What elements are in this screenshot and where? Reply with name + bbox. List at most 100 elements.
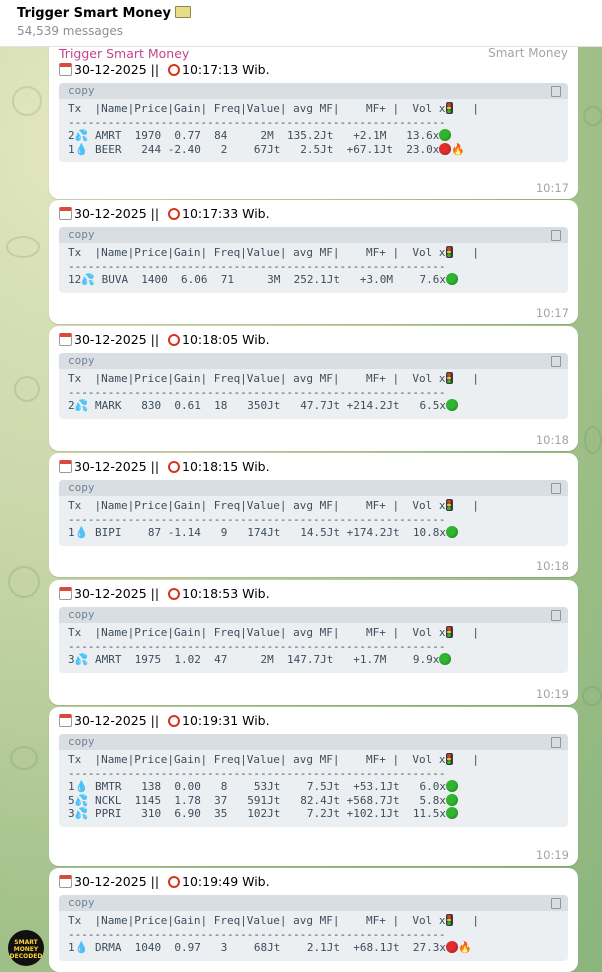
data-row: 1💧 DRMA 1040 0.97 3 68Jt 2.1Jt +68.1Jt 2… xyxy=(68,941,472,954)
alarm-clock-icon xyxy=(168,876,181,888)
data-row: 2💦 MARK 830 0.61 18 350Jt 47.7Jt +214.2J… xyxy=(68,399,458,412)
code-language-label: copy xyxy=(68,84,95,97)
row-tx: 1 xyxy=(68,526,75,539)
code-block-header: copy xyxy=(59,480,568,496)
code-rule: ----------------------------------------… xyxy=(68,766,446,780)
sender-name[interactable]: Trigger Smart Money xyxy=(59,46,189,61)
message-time: 10:18 xyxy=(535,559,569,573)
channel-avatar[interactable]: SMART MONEY DECODED xyxy=(8,930,44,966)
water-drop-icon: 💧 xyxy=(74,526,89,539)
code-content[interactable]: Tx |Name|Price|Gain| Freq|Value| avg MF|… xyxy=(59,623,568,673)
code-language-label: copy xyxy=(68,481,95,494)
code-content[interactable]: Tx |Name|Price|Gain| Freq|Value| avg MF|… xyxy=(59,496,568,546)
code-block[interactable]: copy Tx |Name|Price|Gain| Freq|Value| avg… xyxy=(59,895,568,961)
channel-name: Trigger Smart Money xyxy=(17,6,171,21)
copy-icon[interactable] xyxy=(551,356,561,367)
code-rule: ----------------------------------------… xyxy=(68,115,446,129)
copy-icon[interactable] xyxy=(551,86,561,97)
alarm-clock-icon xyxy=(168,208,181,220)
traffic-light-icon xyxy=(445,372,453,384)
calendar-icon xyxy=(59,875,72,888)
message-datetime: 30-12-2025 || 10:17:33 Wib. xyxy=(59,206,270,221)
row-tx: 2 xyxy=(68,129,75,142)
data-row: 1💧 BEER 244 -2.40 2 67Jt 2.5Jt +67.1Jt 2… xyxy=(68,142,466,156)
code-block[interactable]: copy Tx |Name|Price|Gain| Freq|Value| avg… xyxy=(59,353,568,419)
code-header-text: Tx |Name|Price|Gain| Freq|Value| avg MF|… xyxy=(68,626,446,639)
code-rule: ----------------------------------------… xyxy=(68,639,446,653)
water-splash-icon: 💦 xyxy=(74,129,89,142)
message-time-label: 10:19:49 Wib. xyxy=(182,874,270,889)
code-content[interactable]: Tx |Name|Price|Gain| Freq|Value| avg MF|… xyxy=(59,99,568,162)
calendar-icon xyxy=(59,587,72,600)
code-block[interactable]: copy Tx |Name|Price|Gain| Freq|Value| avg… xyxy=(59,83,568,162)
fire-icon: 🔥 xyxy=(451,142,466,156)
message-time-label: 10:18:05 Wib. xyxy=(182,332,270,347)
chat-header[interactable]: Trigger Smart Money 54,539 messages xyxy=(0,0,602,47)
data-row: 2💦 AMRT 1970 0.77 84 2M 135.2Jt +2.1M 13… xyxy=(68,129,452,142)
alarm-clock-icon xyxy=(168,64,181,76)
water-drop-icon: 💧 xyxy=(74,780,89,793)
water-drop-icon: 💧 xyxy=(74,142,89,156)
code-header-row: Tx |Name|Price|Gain| Freq|Value| avg MF|… xyxy=(68,626,479,639)
row-values: BEER 244 -2.40 2 67Jt 2.5Jt +67.1Jt 23.0… xyxy=(88,142,440,156)
red-circle-icon xyxy=(445,941,458,953)
message-datetime: 30-12-2025 || 10:17:13 Wib. xyxy=(59,62,270,77)
traffic-light-icon xyxy=(445,102,453,114)
message-time-label: 10:17:13 Wib. xyxy=(182,62,270,77)
code-language-label: copy xyxy=(68,228,95,241)
data-row: 1💧 BIPI 87 -1.14 9 174Jt 14.5Jt +174.2Jt… xyxy=(68,526,458,539)
copy-icon[interactable] xyxy=(551,737,561,748)
code-block[interactable]: copy Tx |Name|Price|Gain| Freq|Value| avg… xyxy=(59,480,568,546)
message-bubble[interactable]: 30-12-2025 || 10:17:33 Wib. copy Tx |Name|… xyxy=(49,200,578,324)
water-splash-icon: 💦 xyxy=(74,793,89,807)
water-drop-icon: 💧 xyxy=(74,941,89,954)
copy-icon[interactable] xyxy=(551,610,561,621)
row-tx: 2 xyxy=(68,399,75,412)
data-row: 3💦 AMRT 1975 1.02 47 2M 147.7Jt +1.7M 9.… xyxy=(68,653,452,666)
row-tx: 12 xyxy=(68,273,82,286)
code-rule: ----------------------------------------… xyxy=(68,927,446,941)
code-rule: ----------------------------------------… xyxy=(68,385,446,399)
copy-icon[interactable] xyxy=(551,898,561,909)
traffic-light-icon xyxy=(445,246,453,258)
message-bubble[interactable]: 30-12-2025 || 10:19:49 Wib. copy Tx |Name|… xyxy=(49,868,578,972)
row-tx: 3 xyxy=(68,807,75,820)
code-content[interactable]: Tx |Name|Price|Gain| Freq|Value| avg MF|… xyxy=(59,911,568,961)
code-block[interactable]: copy Tx |Name|Price|Gain| Freq|Value| avg… xyxy=(59,734,568,827)
row-values: DRMA 1040 0.97 3 68Jt 2.1Jt +68.1Jt 27.3… xyxy=(88,941,446,954)
code-block-header: copy xyxy=(59,607,568,623)
message-bubble[interactable]: 30-12-2025 || 10:19:31 Wib. copy Tx |Name|… xyxy=(49,707,578,866)
green-circle-icon xyxy=(439,653,452,665)
message-bubble[interactable]: 30-12-2025 || 10:18:05 Wib. copy Tx |Name|… xyxy=(49,326,578,451)
message-datetime: 30-12-2025 || 10:18:05 Wib. xyxy=(59,332,270,347)
code-header-text: Tx |Name|Price|Gain| Freq|Value| avg MF|… xyxy=(68,372,446,385)
copy-icon[interactable] xyxy=(551,230,561,241)
code-content[interactable]: Tx |Name|Price|Gain| Freq|Value| avg MF|… xyxy=(59,243,568,293)
admin-label: Smart Money xyxy=(488,46,568,60)
message-date: 30-12-2025 || xyxy=(74,586,164,601)
code-header-row: Tx |Name|Price|Gain| Freq|Value| avg MF|… xyxy=(68,372,479,385)
copy-icon[interactable] xyxy=(551,483,561,494)
code-block[interactable]: copy Tx |Name|Price|Gain| Freq|Value| avg… xyxy=(59,607,568,673)
water-splash-icon: 💦 xyxy=(74,399,89,412)
calendar-icon xyxy=(59,460,72,473)
row-tx: 1 xyxy=(68,780,75,793)
code-block[interactable]: copy Tx |Name|Price|Gain| Freq|Value| avg… xyxy=(59,227,568,293)
alarm-clock-icon xyxy=(168,588,181,600)
code-header-row: Tx |Name|Price|Gain| Freq|Value| avg MF|… xyxy=(68,914,479,927)
message-bubble[interactable]: Trigger Smart Money Smart Money 30-12-2025… xyxy=(49,46,578,199)
green-circle-icon xyxy=(445,526,458,538)
message-time-label: 10:18:53 Wib. xyxy=(182,586,270,601)
row-values: BIPI 87 -1.14 9 174Jt 14.5Jt +174.2Jt 10… xyxy=(88,526,446,539)
message-datetime: 30-12-2025 || 10:19:31 Wib. xyxy=(59,713,270,728)
message-date: 30-12-2025 || xyxy=(74,332,164,347)
row-tx: 1 xyxy=(68,142,75,156)
message-bubble[interactable]: 30-12-2025 || 10:18:53 Wib. copy Tx |Name|… xyxy=(49,580,578,705)
message-bubble[interactable]: 30-12-2025 || 10:18:15 Wib. copy Tx |Name|… xyxy=(49,453,578,577)
code-content[interactable]: Tx |Name|Price|Gain| Freq|Value| avg MF|… xyxy=(59,369,568,419)
avatar-text: SMART MONEY DECODED xyxy=(9,939,43,960)
channel-title[interactable]: Trigger Smart Money xyxy=(17,6,191,21)
code-header-row: Tx |Name|Price|Gain| Freq|Value| avg MF|… xyxy=(68,102,479,115)
traffic-light-icon xyxy=(445,914,453,926)
code-content[interactable]: Tx |Name|Price|Gain| Freq|Value| avg MF|… xyxy=(59,750,568,827)
